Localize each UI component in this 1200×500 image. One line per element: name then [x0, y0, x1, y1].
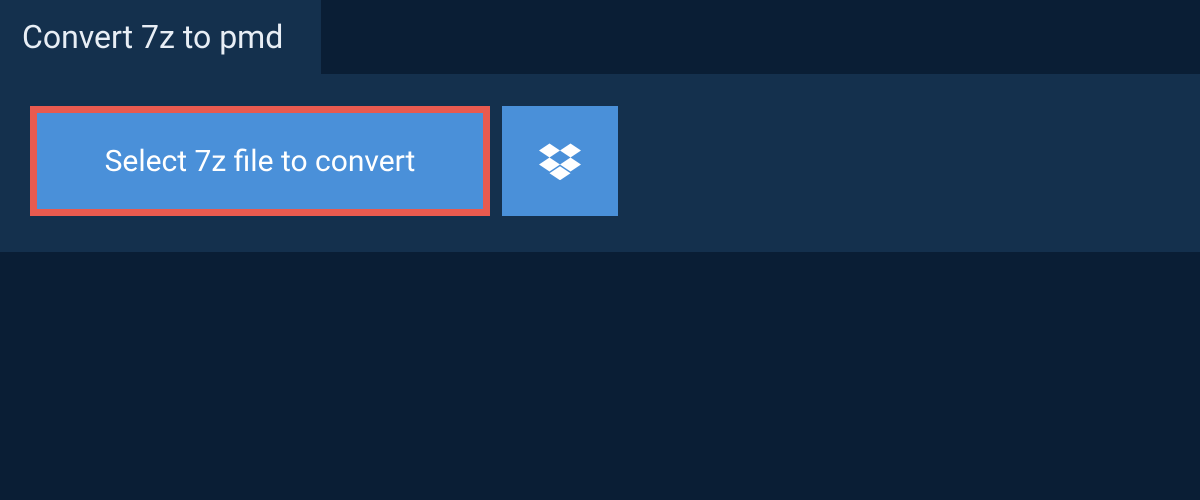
dropbox-icon: [539, 142, 581, 180]
select-file-label: Select 7z file to convert: [105, 144, 416, 179]
page-title: Convert 7z to pmd: [22, 18, 283, 56]
tab-header: Convert 7z to pmd: [0, 0, 321, 74]
select-file-button[interactable]: Select 7z file to convert: [30, 106, 490, 216]
conversion-panel: Select 7z file to convert: [0, 74, 1200, 252]
dropbox-button[interactable]: [502, 106, 618, 216]
button-row: Select 7z file to convert: [30, 106, 1170, 216]
